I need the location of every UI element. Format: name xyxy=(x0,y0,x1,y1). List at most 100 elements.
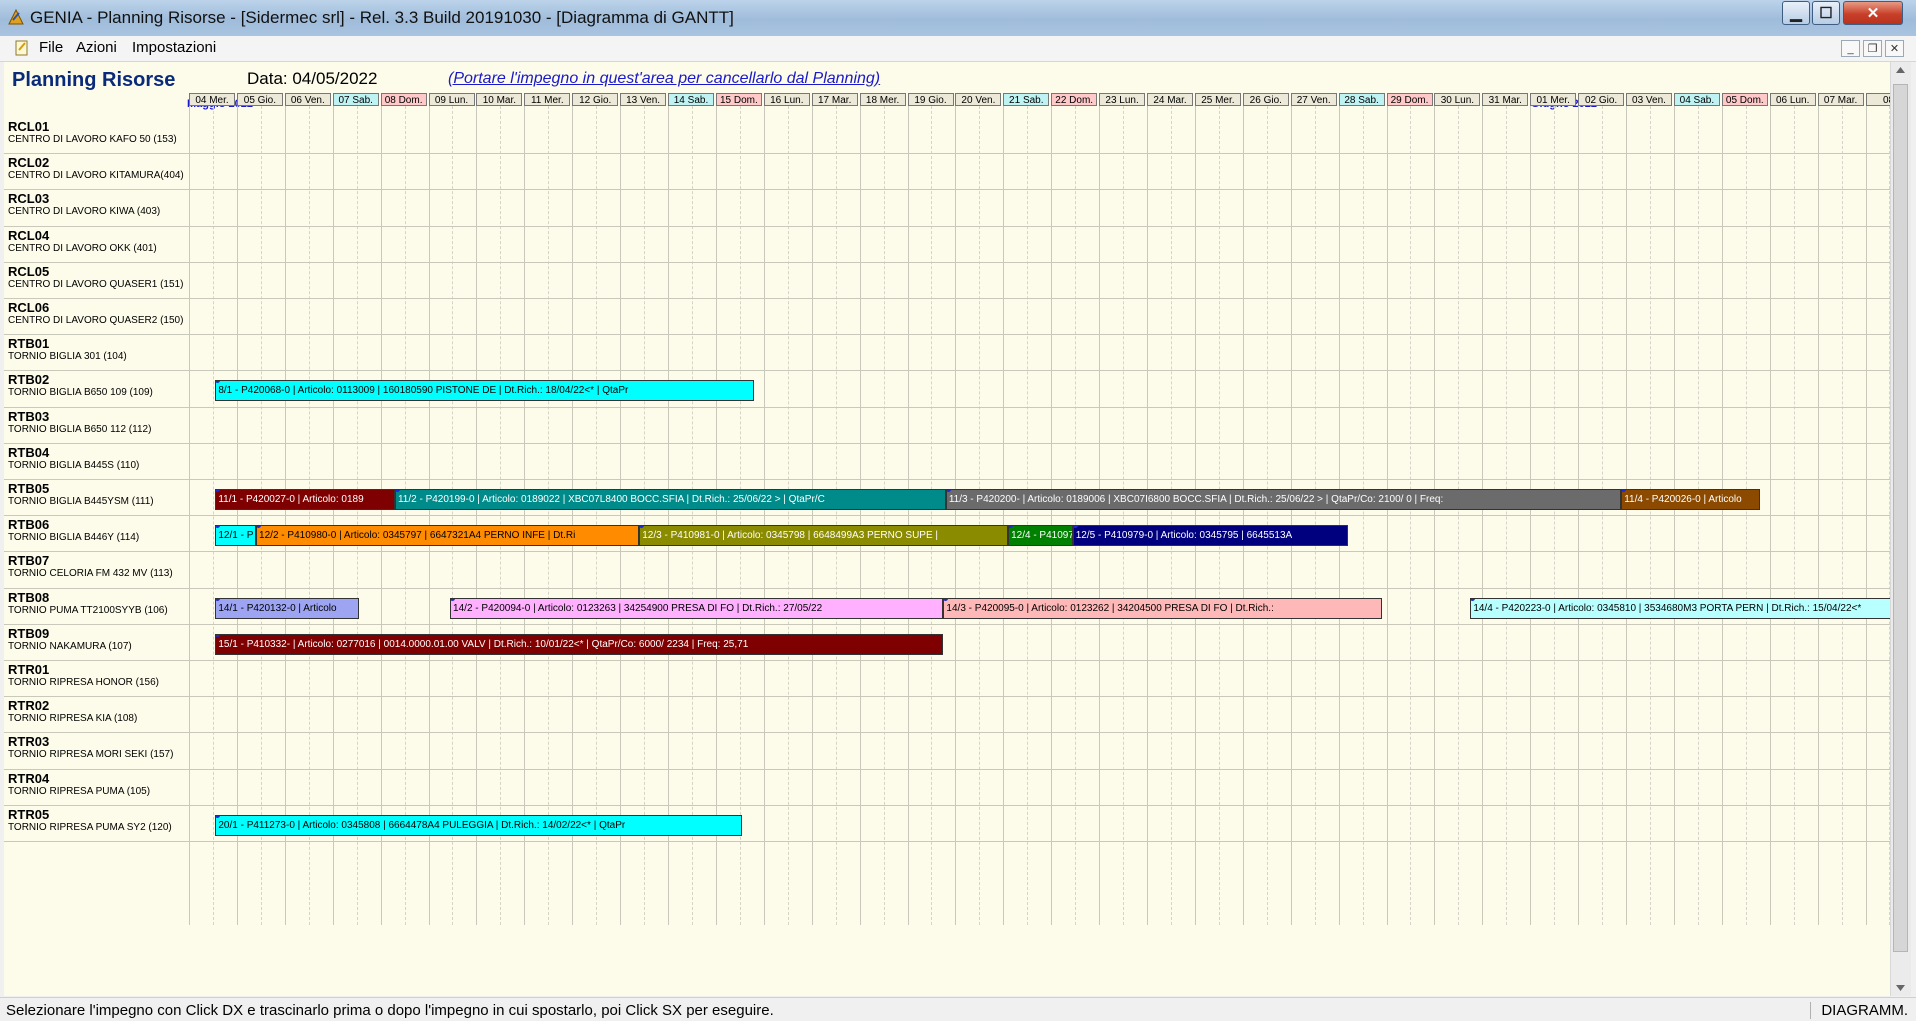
maximize-icon: ☐ xyxy=(1819,5,1833,22)
menu-azioni[interactable]: Azioni xyxy=(76,39,117,56)
row-gridline xyxy=(4,768,1890,770)
menu-bar: File Azioni Impostazioni _ ❐ ✕ xyxy=(0,36,1916,62)
day-header: 24 Mar. xyxy=(1147,93,1193,106)
minimize-button[interactable]: ▁ xyxy=(1782,1,1810,25)
task-bar[interactable]: 14/2 - P420094-0 | Articolo: 0123263 | 3… xyxy=(450,597,944,619)
task-anchor-icon[interactable] xyxy=(1622,490,1627,492)
task-bar[interactable]: 12/5 - P410979-0 | Articolo: 0345795 | 6… xyxy=(1072,525,1349,547)
task-label: 11/3 - P420200- | Articolo: 0189006 | XB… xyxy=(948,494,1444,505)
task-bar[interactable]: 15/1 - P410332- | Articolo: 0277016 | 00… xyxy=(215,633,944,655)
date-label: Data: 04/05/2022 xyxy=(247,69,378,88)
task-label: 8/1 - P420068-0 | Articolo: 0113009 | 16… xyxy=(218,385,629,397)
resource-code: RTB06 xyxy=(8,517,50,533)
day-header: 19 Gio. xyxy=(907,93,954,106)
row-gridline xyxy=(4,515,1890,517)
row-gridline xyxy=(4,298,1890,299)
window-titlebar[interactable]: GENIA - Planning Risorse - [Sidermec srl… xyxy=(0,0,1916,37)
task-bar[interactable]: 11/4 - P420026-0 | Articolo xyxy=(1621,489,1761,510)
task-bar[interactable]: 12/3 - P410981-0 | Articolo: 0345798 | 6… xyxy=(639,525,1009,547)
resource-description: CENTRO DI LAVORO KAFO 50 (153) xyxy=(8,134,177,145)
task-label: 12/2 - P410980-0 | Articolo: 0345797 | 6… xyxy=(259,530,576,542)
row-gridline xyxy=(4,841,1890,842)
day-header: 15 Dom. xyxy=(715,93,762,106)
task-bar[interactable]: 8/1 - P420068-0 | Articolo: 0113009 | 16… xyxy=(215,380,755,402)
task-anchor-icon[interactable] xyxy=(216,598,221,601)
day-header: 16 Lun. xyxy=(763,93,810,106)
task-bar[interactable]: 20/1 - P411273-0 | Articolo: 0345808 | 6… xyxy=(215,814,743,836)
task-anchor-icon[interactable] xyxy=(216,526,221,529)
task-label: 14/1 - P420132-0 | Articolo xyxy=(218,602,337,614)
task-label: 11/4 - P420026-0 | Articolo xyxy=(1624,494,1742,505)
task-bar[interactable]: 11/1 - P420027-0 | Articolo: 0189 xyxy=(215,489,395,510)
day-header: 17 Mar. xyxy=(811,93,858,106)
day-header: 06 Ven. xyxy=(284,93,331,106)
day-header: 31 Mar. xyxy=(1482,93,1529,106)
day-header: 14 Sab. xyxy=(668,93,714,106)
menu-file[interactable]: File xyxy=(39,39,63,56)
task-label: 15/1 - P410332- | Articolo: 0277016 | 00… xyxy=(218,638,749,650)
task-anchor-icon[interactable] xyxy=(216,490,221,492)
day-header: 10 Mar. xyxy=(476,93,523,106)
task-anchor-icon[interactable] xyxy=(216,381,221,384)
day-header: 09 Lun. xyxy=(428,93,475,106)
resource-code: RTR01 xyxy=(8,662,50,677)
task-anchor-icon[interactable] xyxy=(640,526,645,529)
task-bar[interactable]: 14/1 - P420132-0 | Articolo xyxy=(215,597,360,619)
day-header: 30 Lun. xyxy=(1434,93,1481,106)
task-anchor-icon[interactable] xyxy=(216,815,221,818)
resource-code: RCL04 xyxy=(8,227,50,243)
gantt-grid[interactable]: 04 Mer. 05 Gio. 06 Ven. 07 Sab. 08 Dom. 09 Lu… xyxy=(4,93,1890,925)
task-anchor-icon[interactable] xyxy=(395,490,400,492)
task-label: 12/1 - P xyxy=(218,530,254,542)
task-bar[interactable]: 11/3 - P420200- | Articolo: 0189006 | XB… xyxy=(945,489,1622,510)
task-label: 14/2 - P420094-0 | Articolo: 0123263 | 3… xyxy=(453,602,823,614)
resource-row-label: RCL02 CENTRO DI LAVORO KITAMURA(404) xyxy=(8,153,188,189)
resource-code: RTR02 xyxy=(8,698,50,714)
task-anchor-icon[interactable] xyxy=(257,526,262,529)
maximize-button[interactable]: ☐ xyxy=(1812,1,1840,25)
task-anchor-icon[interactable] xyxy=(216,634,221,637)
scroll-up-icon[interactable] xyxy=(1895,65,1906,74)
task-anchor-icon[interactable] xyxy=(946,490,951,492)
menu-impostazioni[interactable]: Impostazioni xyxy=(132,39,216,56)
minimize-icon: ▁ xyxy=(1790,5,1802,22)
day-header: 02 Gio. xyxy=(1578,93,1625,106)
task-bar[interactable]: 12/1 - P xyxy=(215,525,257,547)
mdi-minimize-button[interactable]: _ xyxy=(1841,40,1860,57)
task-anchor-icon[interactable] xyxy=(1073,526,1078,529)
cancel-drop-area[interactable]: (Portare l'impegno in quest'area per can… xyxy=(448,70,880,88)
status-bar: Selezionare l'impegno con Click DX e tra… xyxy=(0,997,1916,1021)
resource-row-label: RTB05 TORNIO BIGLIA B445YSM (111) xyxy=(8,479,188,515)
mdi-close-button[interactable]: ✕ xyxy=(1885,40,1904,57)
day-header: 05 Dom. xyxy=(1721,93,1768,106)
mdi-restore-button[interactable]: ❐ xyxy=(1863,40,1882,57)
task-anchor-icon[interactable] xyxy=(451,598,456,601)
resource-description: TORNIO BIGLIA B446Y (114) xyxy=(8,532,140,544)
task-bar[interactable]: 12/2 - P410980-0 | Articolo: 0345797 | 6… xyxy=(256,525,640,547)
resource-code: RCL06 xyxy=(8,300,50,315)
close-button[interactable]: ✕ xyxy=(1843,1,1903,25)
task-bar[interactable]: 11/2 - P420199-0 | Articolo: 0189022 | X… xyxy=(394,489,946,510)
task-bar[interactable]: 14/4 - P420223-0 | Articolo: 0345810 | 3… xyxy=(1470,597,1890,619)
vertical-scrollbar[interactable] xyxy=(1890,62,1911,996)
task-bar[interactable]: 12/4 - P410979 xyxy=(1008,525,1073,547)
day-header: 28 Sab. xyxy=(1338,93,1385,106)
scrollbar-thumb[interactable] xyxy=(1893,84,1908,952)
task-bar[interactable]: 14/3 - P420095-0 | Articolo: 0123262 | 3… xyxy=(943,597,1382,619)
row-gridline xyxy=(4,153,1890,155)
row-gridline xyxy=(4,696,1890,698)
resource-code: RTB05 xyxy=(8,481,50,496)
resource-code: RTB08 xyxy=(8,589,50,605)
task-anchor-icon[interactable] xyxy=(1009,526,1014,529)
resource-description: TORNIO BIGLIA 301 (104) xyxy=(8,351,127,363)
task-anchor-icon[interactable] xyxy=(1471,598,1476,601)
resource-row-label: RCL05 CENTRO DI LAVORO QUASER1 (151) xyxy=(8,262,188,298)
row-gridline xyxy=(4,189,1890,191)
row-gridline xyxy=(4,660,1890,661)
day-header: 03 Ven. xyxy=(1626,93,1672,106)
resource-description: TORNIO RIPRESA KIA (108) xyxy=(8,713,138,725)
task-label: 11/1 - P420027-0 | Articolo: 0189 xyxy=(218,494,364,505)
task-anchor-icon[interactable] xyxy=(944,598,949,601)
day-header: 29 Dom. xyxy=(1386,93,1433,106)
scroll-down-icon[interactable] xyxy=(1895,984,1906,993)
